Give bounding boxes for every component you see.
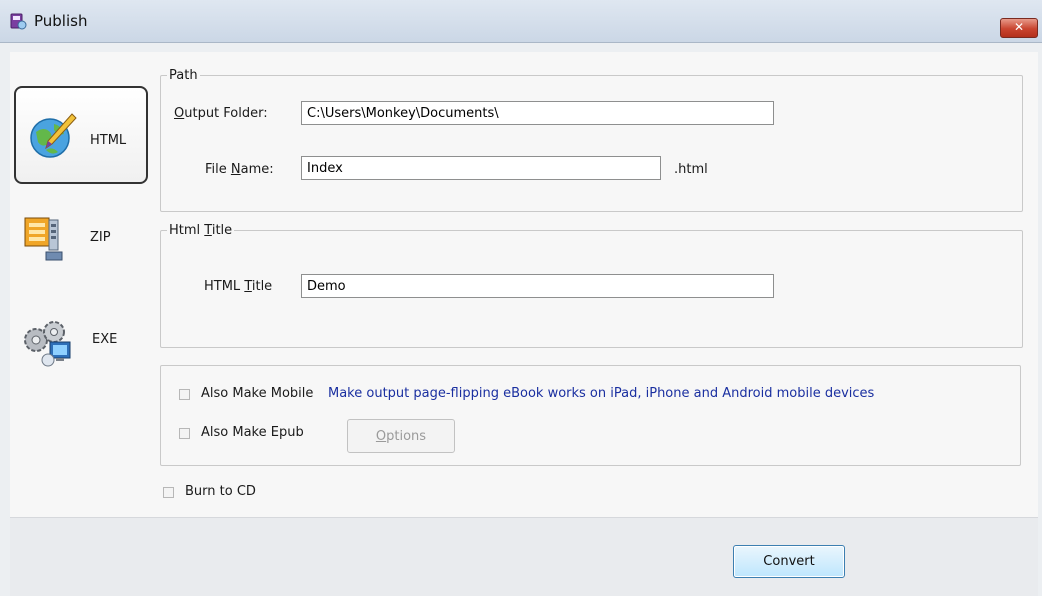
- options-group: [160, 365, 1021, 466]
- mobile-description-note: Make output page-flipping eBook works on…: [328, 386, 875, 401]
- globe-pen-icon: [30, 113, 77, 158]
- output-folder-label: Output Folder:: [174, 106, 268, 121]
- gears-computer-icon: [24, 321, 71, 367]
- path-group: Path: [160, 68, 1023, 212]
- also-make-epub-checkbox[interactable]: [179, 428, 190, 439]
- also-make-epub-label[interactable]: Also Make Epub: [201, 425, 304, 440]
- burn-to-cd-checkbox[interactable]: [163, 487, 174, 498]
- path-group-legend: Path: [169, 68, 198, 83]
- convert-button[interactable]: Convert: [733, 545, 845, 578]
- nav-item-html-label: HTML: [90, 133, 127, 148]
- file-name-input[interactable]: [301, 156, 661, 180]
- nav-item-zip[interactable]: ZIP: [24, 216, 144, 262]
- nav-item-zip-label: ZIP: [90, 230, 111, 245]
- dialog-footer: [10, 517, 1038, 596]
- zip-archive-icon: [24, 217, 63, 261]
- nav-item-exe[interactable]: EXE: [22, 318, 142, 368]
- file-name-label: File Name:: [205, 162, 274, 177]
- title-bar: Publish ✕: [0, 0, 1042, 43]
- epub-options-button[interactable]: Options: [347, 419, 455, 453]
- html-title-label: HTML Title: [204, 279, 273, 294]
- nav-item-exe-label: EXE: [92, 332, 118, 347]
- app-book-icon: [10, 13, 27, 30]
- html-title-group-legend: Html Title: [169, 223, 233, 238]
- close-button[interactable]: ✕: [1000, 18, 1038, 38]
- output-folder-input[interactable]: [301, 101, 774, 125]
- also-make-mobile-label[interactable]: Also Make Mobile: [201, 386, 313, 401]
- file-extension-label: .html: [674, 162, 708, 177]
- window-title: Publish: [34, 12, 88, 30]
- also-make-mobile-checkbox[interactable]: [179, 389, 190, 400]
- nav-item-html[interactable]: HTML: [14, 86, 148, 184]
- burn-to-cd-label[interactable]: Burn to CD: [185, 484, 256, 499]
- html-title-input[interactable]: [301, 274, 774, 298]
